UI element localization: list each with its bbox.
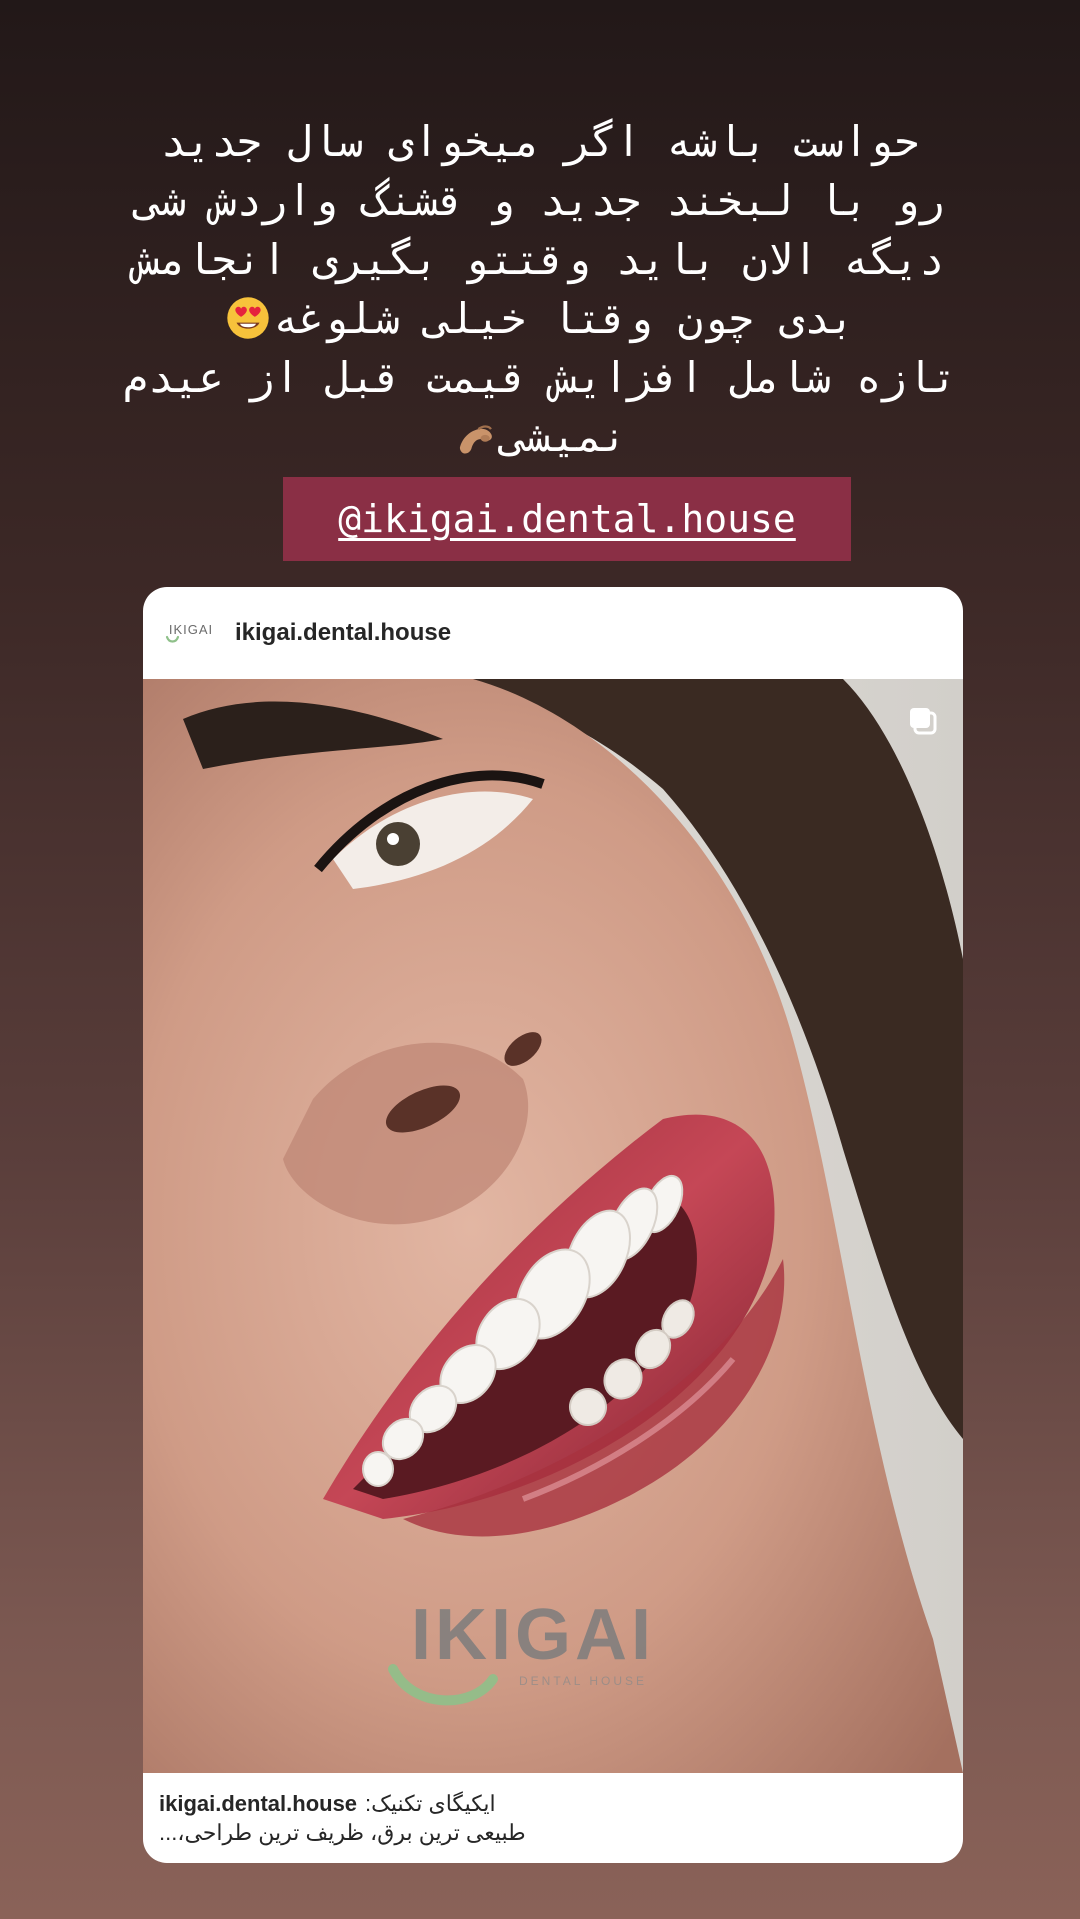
mention-sticker[interactable]: @ikigai.dental.house (283, 477, 851, 561)
post-image[interactable]: IKIGAI DENTAL HOUSE (143, 679, 963, 1773)
svg-text:IKIGAI: IKIGAI (169, 622, 213, 637)
story-text-line: بدی چون وقتا خیلی شلوغه (273, 294, 855, 343)
pinched-fingers-emoji-icon (459, 425, 492, 454)
watermark-subtext: DENTAL HOUSE (519, 1674, 647, 1688)
post-caption[interactable]: ikigai.dental.house ایکیگای تکنیک: طبیعی… (143, 1773, 963, 1863)
caption-line-2: طبیعی ترین برق، ظریف ترین طراحی،... (159, 1820, 526, 1845)
story-text-line-6: نمیشی (110, 407, 970, 466)
story-text-line-4: بدی چون وقتا خیلی شلوغه (110, 289, 970, 348)
avatar[interactable]: IKIGAI (161, 613, 221, 653)
heart-eyes-emoji-icon (227, 297, 269, 339)
story-text-line: دیگه الان باید وقتتو بگیری انجامش (135, 235, 945, 284)
carousel-icon (910, 708, 937, 735)
caption-line-1: ikigai.dental.house ایکیگای تکنیک: (159, 1789, 947, 1818)
ikigai-logo-icon: IKIGAI (165, 622, 213, 643)
smile-photo: IKIGAI DENTAL HOUSE (143, 679, 963, 1773)
story-text-line: رو با لبخند جدید و قشنگ واردش شی (135, 176, 945, 225)
caption-username: ikigai.dental.house (159, 1791, 358, 1816)
story-text-line: حواست باشه اگر میخوای سال جدید (160, 117, 920, 166)
watermark-logo-text: IKIGAI (411, 1595, 655, 1675)
caption-text: ایکیگای تکنیک: (365, 1791, 496, 1816)
post-header: IKIGAI ikigai.dental.house (143, 587, 963, 679)
story-text-line: تازه شامل افزایش قیمت قبل از عیدم (122, 353, 958, 402)
story-caption: حواست باشه اگر میخوای سال جدید رو با لبخ… (110, 112, 970, 466)
shared-post-card[interactable]: IKIGAI ikigai.dental.house IKIGAI DENTAL… (143, 587, 963, 1863)
story-text-line: نمیشی (500, 412, 628, 461)
post-username[interactable]: ikigai.dental.house (235, 619, 451, 647)
